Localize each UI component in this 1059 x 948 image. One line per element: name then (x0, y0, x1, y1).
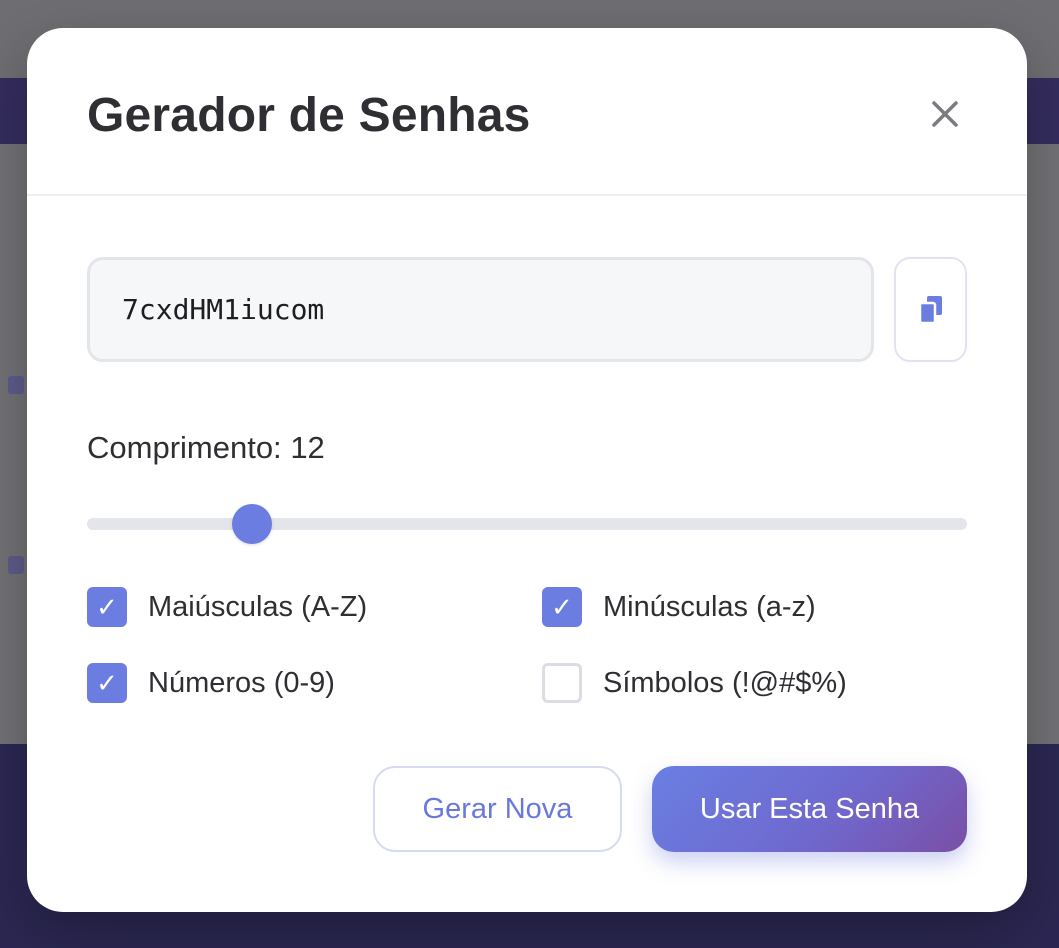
background-item (8, 556, 24, 574)
length-slider-track[interactable] (87, 518, 967, 530)
option-label: Números (0-9) (148, 666, 335, 699)
option-label: Símbolos (!@#$%) (603, 666, 847, 699)
close-button[interactable] (923, 92, 967, 136)
length-label-text: Comprimento: (87, 430, 282, 465)
password-field[interactable] (87, 257, 874, 362)
length-slider-thumb[interactable] (232, 504, 273, 544)
option-symbols[interactable]: Símbolos (!@#$%) (542, 663, 847, 703)
option-numbers[interactable]: ✓ Números (0-9) (87, 663, 335, 703)
use-password-button[interactable]: Usar Esta Senha (652, 766, 967, 852)
dialog-title: Gerador de Senhas (87, 89, 531, 142)
copy-button[interactable] (894, 257, 967, 362)
option-lowercase[interactable]: ✓ Minúsculas (a-z) (542, 587, 816, 627)
numbers-checkbox[interactable]: ✓ (87, 663, 127, 703)
length-value: 12 (290, 430, 325, 465)
length-label: Comprimento: 12 (87, 430, 325, 466)
symbols-checkbox[interactable] (542, 663, 582, 703)
dialog-header: Gerador de Senhas (27, 28, 1027, 196)
generate-new-button[interactable]: Gerar Nova (373, 766, 622, 852)
close-icon (932, 101, 958, 127)
lowercase-checkbox[interactable]: ✓ (542, 587, 582, 627)
copy-icon (918, 295, 942, 324)
option-label: Maiúsculas (A-Z) (148, 590, 368, 623)
option-label: Minúsculas (a-z) (603, 590, 816, 623)
uppercase-checkbox[interactable]: ✓ (87, 587, 127, 627)
option-uppercase[interactable]: ✓ Maiúsculas (A-Z) (87, 587, 367, 627)
password-generator-dialog: Gerador de Senhas Comprimento: 12 ✓ Maiú… (27, 28, 1027, 912)
background-item (8, 376, 24, 394)
